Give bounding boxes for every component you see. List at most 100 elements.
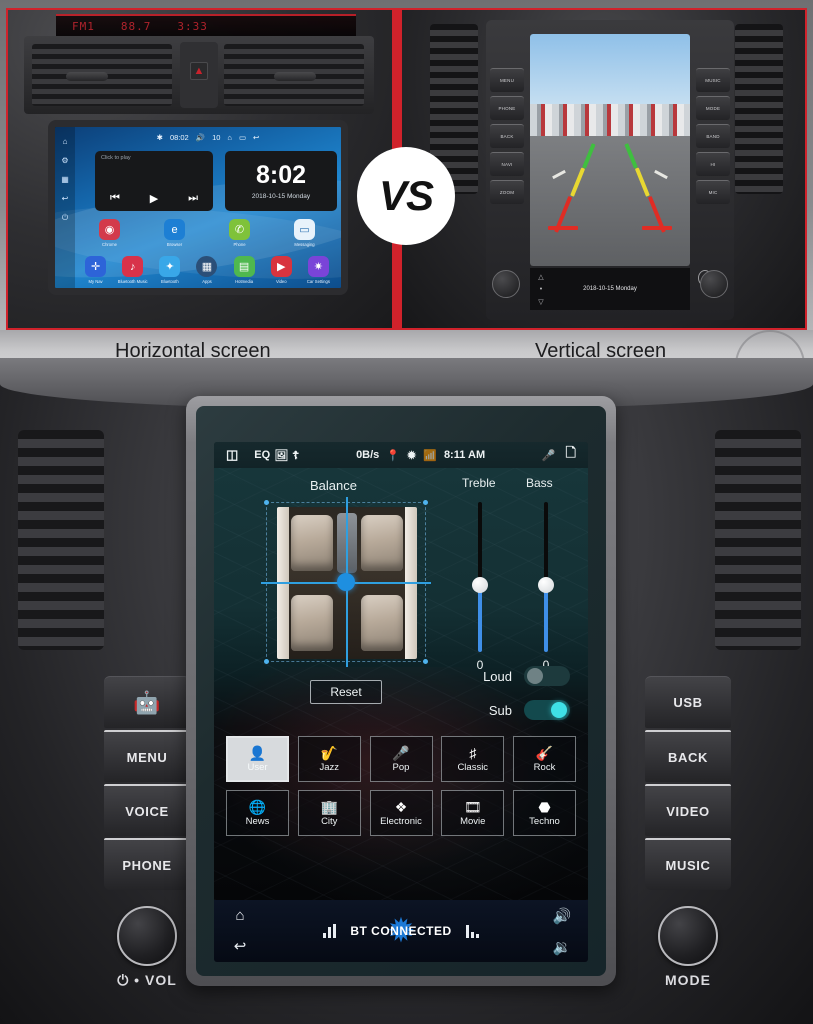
equalizer-screen[interactable]: ◫ EQ 🖼 ☦ 0B/s 📍 ✹ 📶 8:11 AM 🎤 🗋 Balance … — [214, 442, 588, 962]
volume-knob-assembly[interactable]: ⏻ • VOL — [104, 906, 190, 989]
play-icon[interactable]: ▶ — [150, 192, 158, 205]
voice-button[interactable]: VOICE — [104, 784, 190, 836]
preset-electronic[interactable]: ❖ Electronic — [369, 790, 433, 836]
vside-button[interactable]: ZOOM — [490, 180, 524, 204]
vside-button[interactable]: MIC — [696, 180, 730, 204]
vside-button[interactable]: BACK — [490, 124, 524, 148]
volume-down-icon[interactable]: 🔉 — [553, 938, 572, 956]
balance-fader-pad[interactable] — [261, 497, 431, 667]
preset-movie[interactable]: 🎞 Movie — [441, 790, 505, 836]
loud-toggle[interactable] — [524, 666, 570, 686]
balance-handle-tl[interactable] — [264, 500, 269, 505]
preset-pop[interactable]: 🎤 Pop — [369, 736, 433, 782]
preset-news[interactable]: 🌐 News — [226, 790, 289, 836]
hardware-buttons-right[interactable]: USB BACK VIDEO MUSIC — [645, 676, 731, 892]
app-tile[interactable]: ▶ Video — [264, 256, 298, 284]
bluetooth-icon[interactable]: ✦ — [159, 256, 181, 277]
volume-knob[interactable] — [117, 906, 177, 966]
message-icon[interactable]: ▭ — [294, 219, 315, 240]
preset-rock[interactable]: 🎸 Rock — [513, 736, 576, 782]
app-tile[interactable]: ▤ Hotmedia — [227, 256, 261, 284]
horizontal-head-unit-screen[interactable]: ⌂ ⚙ ▦ ↩ ⏻ ✱ 08:02 🔊 10 ⌂ ▭ ↩ Click to pl… — [48, 120, 348, 295]
microphone-icon[interactable]: 🎤 — [542, 449, 556, 462]
vertical-nav-controls[interactable]: △ • ▽ — [534, 270, 548, 308]
vertical-side-buttons-right[interactable]: MUSIC MODE BAND HI MIC — [696, 68, 730, 204]
app-tile[interactable]: ✷ Car Settings — [301, 256, 335, 284]
apps-grid-icon[interactable]: ▦ — [196, 256, 218, 277]
bottom-bar-right[interactable]: 🔊 🔉 — [536, 900, 588, 962]
app-tile[interactable]: ▭ Messaging — [288, 219, 322, 247]
browser-icon[interactable]: ◉ — [99, 219, 120, 240]
nav-down-icon[interactable]: ▽ — [538, 298, 543, 306]
back-button[interactable]: BACK — [645, 730, 731, 782]
bottom-navigation-bar[interactable]: ⌂ ↩ ✹ BT CONNECTED 🔊 🔉 — [214, 900, 588, 962]
recents-icon[interactable]: 🗋 — [566, 444, 576, 466]
sidebar-settings-icon[interactable]: ⚙ — [61, 156, 68, 165]
video-button[interactable]: VIDEO — [645, 784, 731, 836]
app-tile[interactable]: e Browser — [158, 219, 192, 247]
balance-handle-bl[interactable] — [264, 659, 269, 664]
previous-track-icon[interactable]: ⏮ — [110, 192, 120, 205]
back-arrow-icon[interactable]: ↩ — [234, 937, 247, 955]
navigation-icon[interactable]: ✛ — [85, 256, 107, 277]
sidebar-apps-icon[interactable]: ▦ — [61, 175, 69, 184]
treble-thumb[interactable] — [472, 576, 488, 593]
radio-icon[interactable]: ▤ — [233, 256, 255, 277]
status-bar-right[interactable]: 🎤 🗋 — [542, 444, 576, 466]
menu-button[interactable]: MENU — [104, 730, 190, 782]
preset-techno[interactable]: ⬣ Techno — [513, 790, 576, 836]
vside-button[interactable]: HI — [696, 152, 730, 176]
home-icon[interactable]: ⌂ — [235, 907, 244, 924]
app-tile[interactable]: ◉ Chrome — [93, 219, 127, 247]
vent-knob-left[interactable] — [66, 72, 108, 81]
preset-jazz[interactable]: 🎷 Jazz — [297, 736, 361, 782]
clock-widget[interactable]: 8:02 2018-10-15 Monday — [225, 151, 337, 211]
android-button[interactable]: 🤖 — [104, 676, 190, 728]
usb-button[interactable]: USB — [645, 676, 731, 728]
mode-knob[interactable] — [658, 906, 718, 966]
vertical-screen-camera-view[interactable] — [530, 34, 690, 266]
volume-up-icon[interactable]: 🔊 — [553, 907, 572, 925]
status-bar-left[interactable]: ◫ EQ 🖼 ☦ — [226, 447, 299, 463]
sidebar-power-icon[interactable]: ⏻ — [62, 213, 68, 223]
mode-knob-assembly[interactable]: MODE — [645, 906, 731, 988]
nav-dot-icon[interactable]: • — [540, 286, 542, 293]
treble-slider[interactable]: 0 — [460, 502, 500, 672]
hardware-buttons-left[interactable]: 🤖 MENU VOICE PHONE — [104, 676, 190, 892]
vside-button[interactable]: MUSIC — [696, 68, 730, 92]
split-screen-icon[interactable]: ◫ — [226, 447, 238, 463]
vent-knob-right[interactable] — [274, 72, 316, 81]
vside-button[interactable]: PHONE — [490, 96, 524, 120]
vertical-knob-left[interactable] — [492, 270, 520, 298]
sub-toggle[interactable] — [524, 700, 570, 720]
vertical-side-buttons-left[interactable]: MENU PHONE BACK NAVI ZOOM — [490, 68, 524, 204]
edge-icon[interactable]: e — [164, 219, 185, 240]
balance-handle-br[interactable] — [423, 659, 428, 664]
media-player-card[interactable]: Click to play ⏮ ▶ ⏭ — [95, 151, 213, 211]
preset-city[interactable]: 🏢 City — [297, 790, 361, 836]
sidebar-home-icon[interactable]: ⌂ — [63, 137, 68, 146]
treble-track[interactable] — [472, 502, 488, 652]
phone-button[interactable]: PHONE — [104, 838, 190, 890]
app-tile[interactable]: ♪ Bluetooth Music — [116, 256, 150, 284]
app-tile[interactable]: ✦ Bluetooth — [153, 256, 187, 284]
balance-handle-tr[interactable] — [423, 500, 428, 505]
app-tile[interactable]: ▦ Apps — [190, 256, 224, 284]
next-track-icon[interactable]: ⏭ — [188, 192, 198, 205]
vertical-knob-right[interactable] — [700, 270, 728, 298]
player-transport-controls[interactable]: ⏮ ▶ ⏭ — [95, 192, 213, 205]
gear-icon[interactable]: ✷ — [307, 256, 329, 277]
app-tile[interactable]: ✆ Phone — [223, 219, 257, 247]
phone-icon[interactable]: ✆ — [229, 219, 250, 240]
subwoofer-row[interactable]: Sub — [489, 700, 570, 720]
eq-presets[interactable]: 👤 User 🎷 Jazz 🎤 Pop ♯ Classic 🎸 Rock 🌐 N… — [226, 736, 576, 844]
music-button[interactable]: MUSIC — [645, 838, 731, 890]
balance-position-dot[interactable] — [337, 573, 355, 591]
vside-button[interactable]: MENU — [490, 68, 524, 92]
app-tile[interactable]: ✛ My Nav — [79, 256, 113, 284]
bass-track[interactable] — [538, 502, 554, 652]
hazard-light-button[interactable]: ▲ — [190, 62, 208, 80]
vside-button[interactable]: MODE — [696, 96, 730, 120]
status-bar[interactable]: ◫ EQ 🖼 ☦ 0B/s 📍 ✹ 📶 8:11 AM 🎤 🗋 — [214, 442, 588, 468]
horizontal-sidebar[interactable]: ⌂ ⚙ ▦ ↩ ⏻ — [55, 127, 75, 288]
